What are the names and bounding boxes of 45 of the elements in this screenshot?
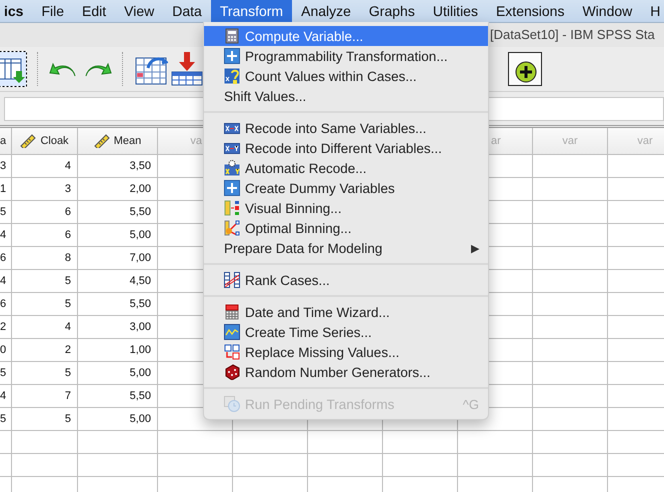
- table-cell: 5: [12, 362, 78, 385]
- table-cell: 4: [12, 155, 78, 178]
- table-cell: 1: [0, 178, 12, 201]
- table-cell: 2,00: [78, 178, 158, 201]
- table-cell: 6: [0, 247, 12, 270]
- table-cell: 3: [0, 155, 12, 178]
- table-cell: 3: [12, 178, 78, 201]
- column-header: var: [562, 135, 578, 147]
- table-cell: 5,00: [78, 362, 158, 385]
- table-cell: 6: [12, 224, 78, 247]
- table-cell: 3,00: [78, 316, 158, 339]
- column-header: ar: [491, 135, 501, 147]
- table-cell: 7,00: [78, 247, 158, 270]
- table-cell: 1,00: [78, 339, 158, 362]
- column-header: a: [0, 135, 6, 147]
- table-cell: 5: [0, 408, 12, 431]
- table-cell: 5: [12, 270, 78, 293]
- submenu-arrow: ▶: [471, 242, 479, 254]
- column-header: va: [190, 135, 202, 147]
- table-cell: 5,00: [78, 408, 158, 431]
- table-cell: 5,00: [78, 224, 158, 247]
- table-cell: 5: [12, 293, 78, 316]
- table-cell: 2: [0, 316, 12, 339]
- table-cell: 4,50: [78, 270, 158, 293]
- table-cell: 5: [12, 408, 78, 431]
- table-cell: 5,50: [78, 201, 158, 224]
- table-cell: 6: [0, 293, 12, 316]
- column-header: Cloak: [40, 135, 69, 147]
- table-cell: 5,50: [78, 293, 158, 316]
- table-cell: 0: [0, 339, 12, 362]
- table-cell: 4: [0, 224, 12, 247]
- table-cell: 6: [12, 201, 78, 224]
- table-cell: 5: [0, 362, 12, 385]
- table-cell: 7: [12, 385, 78, 408]
- table-cell: 5: [0, 201, 12, 224]
- table-cell: 2: [12, 339, 78, 362]
- table-cell: 4: [0, 270, 12, 293]
- table-cell: 4: [12, 316, 78, 339]
- table-cell: 4: [0, 385, 12, 408]
- table-cell: 8: [12, 247, 78, 270]
- table-cell: 3,50: [78, 155, 158, 178]
- window-title: [DataSet10] - IBM SPSS Sta: [490, 26, 656, 44]
- column-header: Mean: [114, 135, 142, 147]
- table-cell: 5,50: [78, 385, 158, 408]
- column-header: var: [637, 135, 653, 147]
